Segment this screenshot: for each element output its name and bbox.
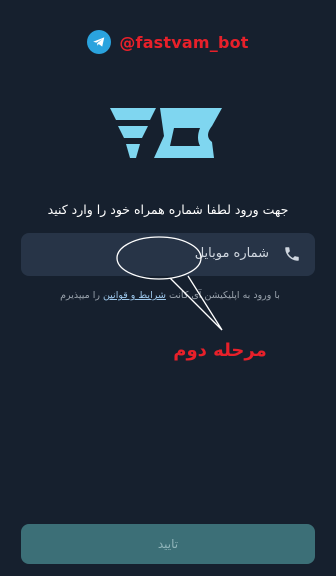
terms-agreement: با ورود به اپلیکیشن آی کانت شرایط و قوان… <box>20 290 320 301</box>
submit-button[interactable]: تایید <box>21 524 315 564</box>
annotation-overlay <box>116 236 223 331</box>
telegram-handle-banner: @fastvam_bot <box>0 30 336 54</box>
bot-handle: @fastvam_bot <box>119 32 249 52</box>
phone-number-input[interactable]: شماره موبایل <box>21 233 315 276</box>
terms-suffix: را میپذیرم <box>60 290 100 301</box>
annotation-label: مرحله دوم <box>173 340 267 361</box>
phone-icon <box>285 247 299 261</box>
phone-input-placeholder: شماره موبایل <box>194 246 269 261</box>
terms-prefix: با ورود به اپلیکیشن آی کانت <box>168 290 280 301</box>
app-logo <box>110 108 222 158</box>
login-instruction: جهت ورود لطفا شماره همراه خود را وارد کن… <box>47 202 289 217</box>
terms-link[interactable]: شرایط و قوانین <box>103 290 166 301</box>
telegram-icon <box>87 30 112 54</box>
